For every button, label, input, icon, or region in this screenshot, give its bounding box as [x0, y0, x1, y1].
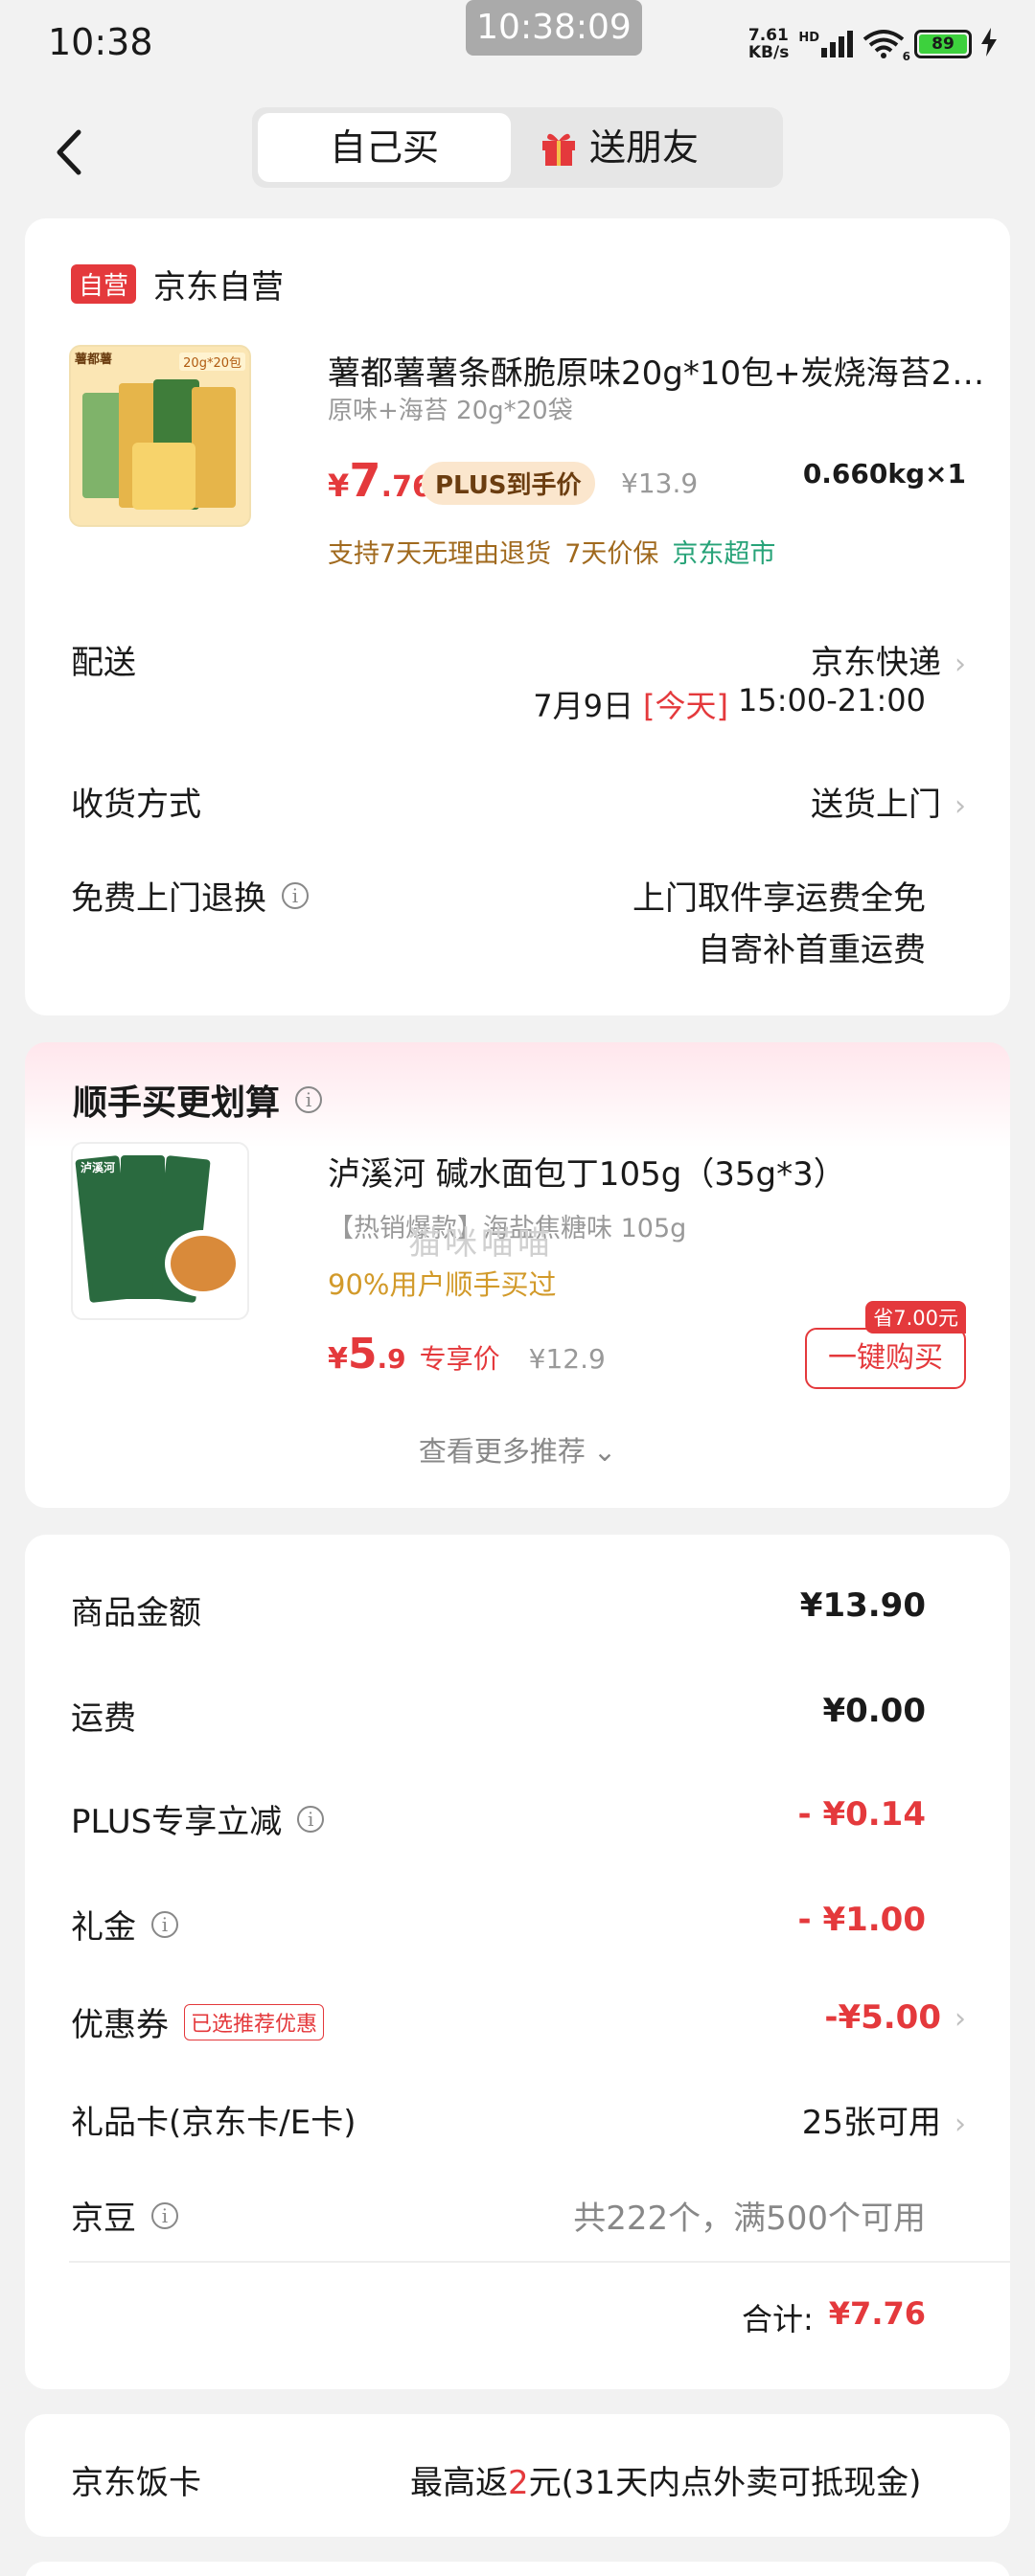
meal-card-desc: 最高返2元(31天内点外卖可抵现金): [410, 2464, 922, 2502]
gift-money-label: 礼金 i: [71, 1901, 178, 1948]
save-amount-badge: 省7.00元: [865, 1301, 966, 1334]
info-icon[interactable]: i: [151, 1910, 178, 1938]
chevron-right-icon: ›: [954, 2002, 966, 2036]
info-icon[interactable]: i: [297, 1805, 325, 1833]
return-line-2: 自寄补首重运费: [698, 931, 926, 969]
next-card-edge: [25, 2562, 1010, 2576]
product-title[interactable]: 薯都薯薯条酥脆原味20g*10包+炭烧海苔2…: [328, 347, 989, 394]
plus-discount-label: PLUS专享立减 i: [71, 1795, 325, 1842]
chevron-left-icon: [57, 129, 81, 175]
price-summary-card: 商品金额 ¥13.90 运费 ¥0.00 PLUS专享立减 i - ¥0.14 …: [25, 1535, 1010, 2389]
shipping-label: 运费: [71, 1699, 136, 1738]
status-time: 10:38: [48, 21, 153, 63]
see-more-link[interactable]: 查看更多推荐 ⌄: [25, 1429, 1010, 1470]
receive-method-value[interactable]: 送货上门 ›: [811, 778, 966, 825]
addon-title: 顺手买更划算 i: [73, 1075, 323, 1125]
back-button[interactable]: [46, 117, 104, 184]
jd-supermarket-tag: 京东超市: [672, 539, 776, 569]
service-tags: 支持7天无理由退货 7天价保 京东超市: [328, 533, 775, 570]
gift-money-value: - ¥1.00: [797, 1901, 927, 1939]
status-bar: 10:38 10:38:09 7.61 KB/s HD 6 89: [0, 0, 1035, 96]
coupon-recommend-tag: 已选推荐优惠: [184, 2003, 325, 2040]
return-policy-tag: 支持7天无理由退货: [328, 539, 552, 569]
meal-card-label: 京东饭卡: [71, 2464, 201, 2502]
nav-bar: 自己买 送朋友: [0, 96, 1035, 211]
receive-method-label: 收货方式: [71, 786, 201, 824]
coupon-value[interactable]: -¥5.00 ›: [824, 1998, 966, 2037]
addon-buy-stat: 90%用户顺手买过: [328, 1268, 557, 1301]
original-price: ¥13.9: [621, 467, 699, 499]
product-spec: 原味+海苔 20g*20袋: [328, 397, 573, 425]
order-card: 自营 京东自营 薯都薯 20g*20包 薯都薯薯条酥脆原味20g*10包+炭烧海…: [25, 218, 1010, 1015]
self-operated-badge: 自营: [71, 264, 137, 304]
plus-discount-value: - ¥0.14: [797, 1795, 927, 1834]
product-price: ¥ 7 .76: [328, 454, 432, 508]
total-row: 合计: ¥7.76: [741, 2295, 926, 2337]
info-icon[interactable]: i: [295, 1086, 323, 1113]
gift-card-value[interactable]: 25张可用 ›: [802, 2096, 966, 2143]
goods-amount-label: 商品金额: [71, 1594, 201, 1632]
chevron-down-icon: ⌄: [592, 1435, 617, 1468]
quick-buy-button[interactable]: 一键购买: [805, 1328, 966, 1389]
price-protect-tag: 7天价保: [564, 539, 659, 569]
tab-self-buy[interactable]: 自己买: [258, 113, 511, 182]
plus-price-badge: PLUS到手价: [422, 462, 595, 505]
goods-amount-value: ¥13.90: [799, 1586, 926, 1625]
addon-thumbnail[interactable]: 泸溪河: [71, 1142, 249, 1320]
product-thumbnail[interactable]: 薯都薯 20g*20包: [69, 345, 251, 527]
weight-quantity: 0.660kg×1: [802, 458, 966, 490]
divider: [69, 2261, 1010, 2263]
info-icon[interactable]: i: [151, 2201, 178, 2229]
tab-send-friend[interactable]: 送朋友: [540, 113, 770, 182]
network-speed: 7.61 KB/s: [748, 26, 790, 62]
addon-product-name[interactable]: 泸溪河 碱水面包丁105g（35g*3）: [328, 1148, 846, 1195]
shop-header: 自营 京东自营: [71, 261, 284, 308]
jd-bean-label: 京豆 i: [71, 2192, 178, 2239]
status-center-time: 10:38:09: [466, 0, 642, 56]
purchase-mode-switch: 自己买 送朋友: [252, 107, 783, 188]
chevron-right-icon: ›: [954, 789, 966, 823]
free-return-label: 免费上门退换 i: [71, 872, 309, 919]
watermark-text: 猫咪喵喵: [408, 1224, 554, 1263]
signal-icon: HD: [798, 31, 853, 57]
chevron-right-icon: ›: [954, 2108, 966, 2141]
charging-icon: [981, 28, 997, 60]
addon-recommend-card: 顺手买更划算 i 泸溪河 泸溪河 碱水面包丁105g（35g*3） 【热销爆款】…: [25, 1042, 1010, 1508]
status-icons: 7.61 KB/s HD 6 89: [748, 26, 997, 63]
gift-card-label: 礼品卡(京东卡/E卡): [71, 2104, 356, 2142]
wifi-icon: 6: [862, 29, 910, 63]
shop-name[interactable]: 京东自营: [153, 261, 284, 308]
info-icon[interactable]: i: [282, 881, 309, 909]
coupon-label: 优惠券 已选推荐优惠: [71, 1998, 325, 2045]
delivery-label: 配送: [71, 644, 136, 682]
delivery-time[interactable]: 7月9日 [今天] 15:00-21:00: [533, 682, 926, 726]
battery-icon: 89: [914, 30, 972, 58]
chevron-right-icon: ›: [954, 648, 966, 681]
delivery-method[interactable]: 京东快递 ›: [811, 636, 966, 683]
meal-card-row[interactable]: 京东饭卡 最高返2元(31天内点外卖可抵现金): [25, 2414, 1010, 2537]
return-line-1: 上门取件享运费全免: [632, 879, 926, 918]
gift-icon: [542, 133, 575, 166]
shipping-value: ¥0.00: [822, 1692, 926, 1730]
total-value: ¥7.76: [828, 2295, 926, 2332]
jd-bean-value: 共222个，满500个可用: [573, 2200, 926, 2238]
addon-price: ¥ 5 .9 专享价 ¥12.9: [328, 1330, 606, 1379]
